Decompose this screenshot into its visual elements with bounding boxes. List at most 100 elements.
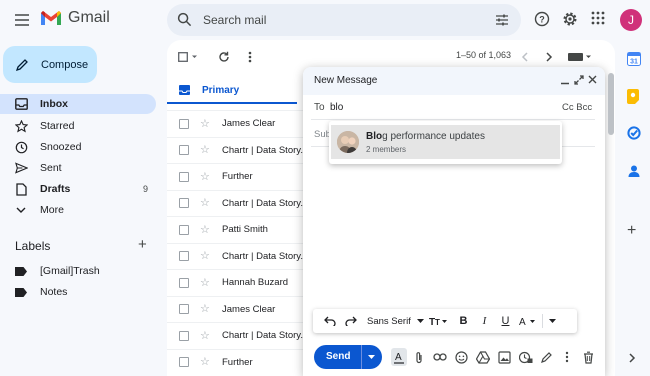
- font-family-select[interactable]: Sans Serif: [361, 316, 425, 327]
- label-tag-icon: [14, 266, 28, 276]
- expand-icon[interactable]: [574, 75, 584, 85]
- refresh-icon[interactable]: [218, 51, 230, 63]
- keep-notes-icon[interactable]: [627, 89, 639, 104]
- send-button[interactable]: Send: [314, 345, 382, 369]
- add-label-icon[interactable]: +: [138, 237, 147, 252]
- row-checkbox[interactable]: [179, 145, 189, 156]
- row-checkbox[interactable]: [179, 224, 189, 235]
- settings-gear-icon[interactable]: [562, 11, 578, 27]
- next-page-icon[interactable]: [546, 52, 553, 62]
- star-icon[interactable]: ☆: [200, 357, 212, 368]
- formatting-options-icon[interactable]: A: [391, 348, 407, 366]
- emoji-icon[interactable]: [455, 351, 468, 364]
- compose-button[interactable]: Compose: [3, 46, 97, 83]
- attach-file-icon[interactable]: [414, 351, 424, 364]
- row-checkbox[interactable]: [179, 251, 189, 262]
- main-menu-button[interactable]: [12, 10, 32, 30]
- mail-row[interactable]: ☆ Patti Smith: [167, 216, 303, 243]
- tab-primary[interactable]: Primary: [167, 78, 297, 104]
- discard-draft-icon[interactable]: [583, 351, 594, 364]
- star-icon[interactable]: ☆: [200, 198, 212, 209]
- calendar-icon[interactable]: 31: [627, 52, 641, 66]
- sidebar-item-sent[interactable]: Sent: [0, 158, 156, 178]
- recipient-input[interactable]: [330, 99, 530, 115]
- text-size-icon[interactable]: TT: [425, 316, 453, 326]
- minimize-icon[interactable]: [561, 75, 569, 85]
- get-addons-icon[interactable]: +: [627, 222, 636, 240]
- italic-icon[interactable]: I: [474, 315, 495, 327]
- more-options-icon[interactable]: [565, 351, 569, 363]
- star-icon[interactable]: ☆: [200, 118, 212, 129]
- insert-link-icon[interactable]: [433, 353, 447, 361]
- more-actions-icon[interactable]: [248, 51, 252, 63]
- help-icon[interactable]: ?: [534, 11, 550, 27]
- row-checkbox[interactable]: [179, 304, 189, 315]
- mail-row[interactable]: ☆ Hannah Buzard: [167, 269, 303, 296]
- divider: [311, 119, 595, 120]
- scrollbar[interactable]: [608, 73, 614, 135]
- sidebar-label-trash[interactable]: [Gmail]Trash: [0, 261, 156, 281]
- close-icon[interactable]: [588, 75, 597, 84]
- mail-row[interactable]: ☆ Further: [167, 348, 303, 376]
- row-checkbox[interactable]: [179, 118, 189, 129]
- keyboard-input-icon[interactable]: [568, 52, 592, 62]
- sidebar-item-label: Starred: [40, 120, 75, 132]
- sidebar-item-drafts[interactable]: Drafts 9: [0, 179, 156, 199]
- text-color-icon[interactable]: A: [516, 316, 542, 327]
- redo-icon[interactable]: [340, 316, 361, 326]
- sender-name: Chartr | Data Story.: [222, 197, 303, 209]
- schedule-send-icon[interactable]: [367, 352, 376, 361]
- mail-row[interactable]: ☆ Further: [167, 163, 303, 190]
- gmail-logo[interactable]: Gmail: [40, 9, 110, 27]
- underline-icon[interactable]: U: [495, 315, 516, 327]
- sidebar-item-starred[interactable]: Starred: [0, 116, 156, 136]
- search-icon[interactable]: [177, 12, 192, 27]
- previous-page-icon[interactable]: [521, 52, 528, 62]
- sidebar-label-notes[interactable]: Notes: [0, 282, 156, 302]
- svg-text:A: A: [519, 317, 526, 327]
- mail-row[interactable]: ☆ Chartr | Data Story.: [167, 136, 303, 164]
- row-checkbox[interactable]: [179, 171, 189, 182]
- sidebar-item-inbox[interactable]: Inbox: [0, 94, 156, 114]
- mail-row[interactable]: ☆ James Clear: [167, 110, 303, 137]
- compose-label: Compose: [41, 58, 89, 71]
- row-checkbox[interactable]: [179, 330, 189, 341]
- star-icon[interactable]: ☆: [200, 171, 212, 182]
- star-icon[interactable]: ☆: [200, 304, 212, 315]
- confidential-mode-icon[interactable]: [519, 351, 533, 364]
- row-checkbox[interactable]: [179, 357, 189, 368]
- account-avatar[interactable]: J: [620, 9, 642, 31]
- more-formatting-icon[interactable]: [542, 314, 562, 328]
- undo-icon[interactable]: [319, 316, 340, 326]
- search-bar[interactable]: [167, 4, 521, 36]
- signature-pen-icon[interactable]: [540, 351, 553, 364]
- sidebar-item-snoozed[interactable]: Snoozed: [0, 137, 156, 157]
- tasks-icon[interactable]: [627, 126, 641, 140]
- apps-grid-icon[interactable]: [591, 11, 605, 25]
- bold-icon[interactable]: B: [453, 315, 474, 327]
- star-icon[interactable]: ☆: [200, 224, 212, 235]
- show-side-panel-icon[interactable]: [629, 353, 636, 363]
- select-all-checkbox[interactable]: [178, 52, 198, 62]
- search-options-icon[interactable]: [495, 13, 509, 27]
- search-input[interactable]: [203, 4, 473, 36]
- mail-row[interactable]: ☆ Chartr | Data Story.: [167, 322, 303, 349]
- row-checkbox[interactable]: [179, 277, 189, 288]
- sidebar-item-more[interactable]: More: [0, 200, 156, 220]
- star-icon[interactable]: ☆: [200, 277, 212, 288]
- svg-text:T: T: [435, 318, 440, 326]
- contacts-icon[interactable]: [627, 164, 641, 178]
- mail-row[interactable]: ☆ James Clear: [167, 295, 303, 323]
- group-avatar: [337, 131, 359, 153]
- mail-row[interactable]: ☆ Chartr | Data Story.: [167, 242, 303, 270]
- sidebar-item-label: Sent: [40, 162, 62, 174]
- google-drive-icon[interactable]: [476, 351, 490, 364]
- labels-heading: Labels: [15, 239, 51, 253]
- star-icon[interactable]: ☆: [200, 330, 212, 341]
- mail-row[interactable]: ☆ Chartr | Data Story.: [167, 189, 303, 217]
- cc-bcc-link[interactable]: Cc Bcc: [562, 102, 592, 113]
- insert-photo-icon[interactable]: [498, 351, 511, 364]
- row-checkbox[interactable]: [179, 198, 189, 209]
- star-icon[interactable]: ☆: [200, 145, 212, 156]
- star-icon[interactable]: ☆: [200, 251, 212, 262]
